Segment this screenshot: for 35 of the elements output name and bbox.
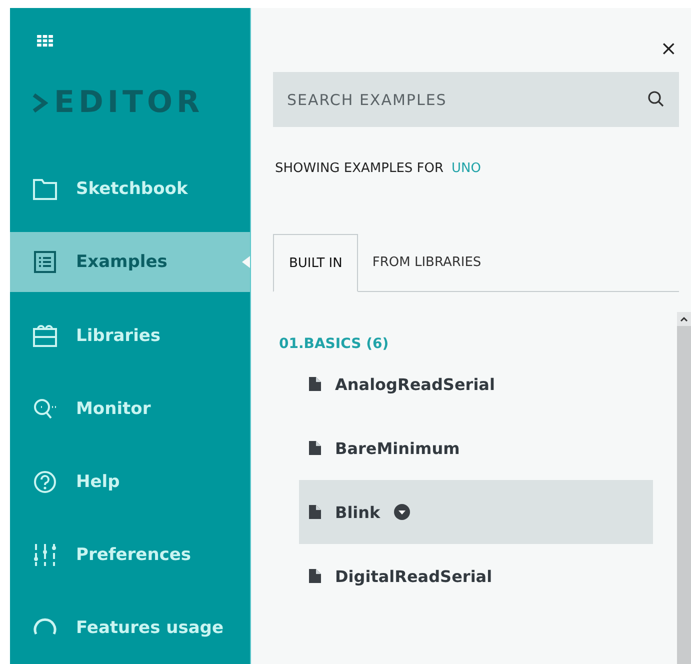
help-icon — [32, 470, 58, 494]
sidebar-item[interactable]: Libraries — [10, 299, 250, 372]
dropdown-icon[interactable] — [394, 504, 410, 520]
folder-icon — [32, 176, 58, 200]
example-item[interactable]: Blink — [299, 480, 653, 544]
tab[interactable]: BUILT IN — [273, 234, 358, 292]
file-icon — [309, 441, 321, 455]
tab[interactable]: FROM LIBRARIES — [358, 234, 496, 292]
search-icon — [647, 90, 665, 108]
example-item[interactable]: AnalogReadSerial — [299, 352, 653, 416]
chevron-icon — [32, 93, 48, 113]
sidebar-item[interactable]: Features usage — [10, 591, 250, 664]
sidebar-item[interactable]: Preferences — [10, 518, 250, 591]
scrollbar[interactable] — [677, 312, 691, 664]
file-icon — [309, 377, 321, 391]
sliders-icon — [32, 542, 58, 566]
scroll-up-icon[interactable] — [680, 316, 688, 322]
apps-grid-icon[interactable] — [34, 35, 56, 48]
example-item[interactable]: BareMinimum — [299, 416, 653, 480]
sidebar-item[interactable]: Monitor — [10, 372, 250, 445]
calendar-icon — [32, 324, 58, 348]
sidebar-item[interactable]: Help — [10, 445, 250, 518]
magnifier-icon — [32, 396, 58, 420]
showing-label: SHOWING EXAMPLES FOR — [275, 161, 444, 176]
list-icon — [32, 250, 58, 274]
sidebar-item[interactable]: Examples — [10, 232, 250, 292]
search-field[interactable]: SEARCH EXAMPLES — [273, 72, 679, 127]
close-button[interactable]: × — [660, 38, 677, 58]
board-link[interactable]: UNO — [452, 161, 482, 176]
group-heading[interactable]: 01.BASICS (6) — [279, 336, 653, 352]
editor-logo: EDITOR — [54, 88, 204, 118]
example-item[interactable]: DigitalReadSerial — [299, 544, 653, 608]
file-icon — [309, 505, 321, 519]
file-icon — [309, 569, 321, 583]
sidebar-item[interactable]: Sketchbook — [10, 152, 250, 225]
